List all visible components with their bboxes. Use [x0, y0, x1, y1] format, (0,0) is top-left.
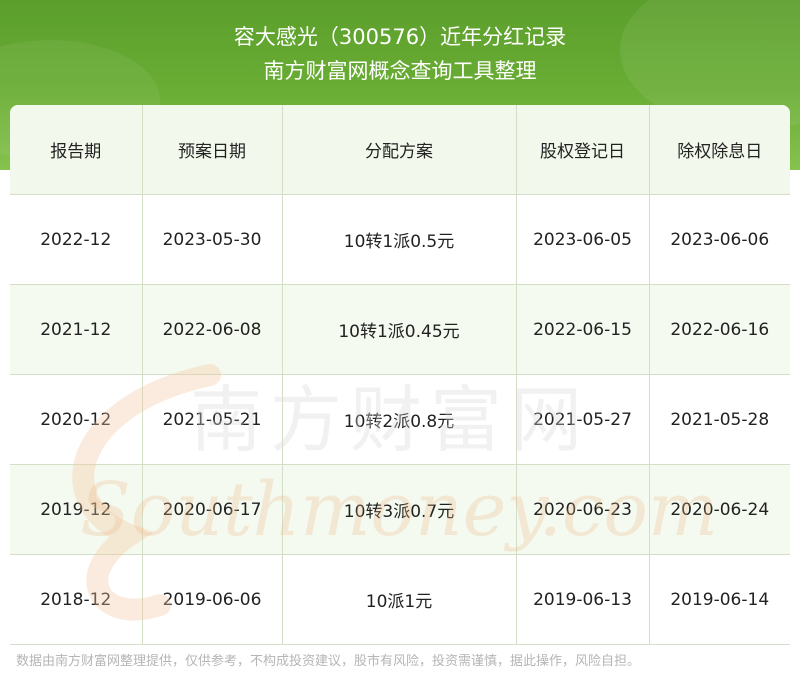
- dividend-table-card: 报告期 预案日期 分配方案 股权登记日 除权除息日 2022-12 2023-0…: [10, 105, 790, 646]
- cell-plan-date: 2020-06-17: [142, 464, 283, 555]
- col-header-plan-date: 预案日期: [142, 105, 283, 195]
- cell-plan-date: 2021-05-21: [142, 374, 283, 465]
- cell-report-period: 2018-12: [10, 554, 143, 645]
- table-row: 2020-12 2021-05-21 10转2派0.8元 2021-05-27 …: [10, 374, 790, 465]
- col-header-record-date: 股权登记日: [516, 105, 650, 195]
- cell-record-date: 2020-06-23: [516, 464, 650, 555]
- table-row: 2021-12 2022-06-08 10转1派0.45元 2022-06-15…: [10, 284, 790, 375]
- cell-record-date: 2021-05-27: [516, 374, 650, 465]
- cell-record-date: 2019-06-13: [516, 554, 650, 645]
- cell-ex-dividend-date: 2020-06-24: [649, 464, 790, 555]
- cell-record-date: 2023-06-05: [516, 194, 650, 285]
- table-row: 2018-12 2019-06-06 10派1元 2019-06-13 2019…: [10, 554, 790, 645]
- cell-distribution-plan: 10转3派0.7元: [282, 464, 517, 555]
- cell-report-period: 2022-12: [10, 194, 143, 285]
- cell-report-period: 2021-12: [10, 284, 143, 375]
- cell-plan-date: 2019-06-06: [142, 554, 283, 645]
- table-row: 2022-12 2023-05-30 10转1派0.5元 2023-06-05 …: [10, 194, 790, 285]
- cell-ex-dividend-date: 2021-05-28: [649, 374, 790, 465]
- cell-report-period: 2020-12: [10, 374, 143, 465]
- cell-plan-date: 2022-06-08: [142, 284, 283, 375]
- cell-distribution-plan: 10转1派0.5元: [282, 194, 517, 285]
- cell-ex-dividend-date: 2022-06-16: [649, 284, 790, 375]
- page-title: 容大感光（300576）近年分红记录: [233, 25, 567, 49]
- cell-distribution-plan: 10转1派0.45元: [282, 284, 517, 375]
- cell-report-period: 2019-12: [10, 464, 143, 555]
- cell-distribution-plan: 10转2派0.8元: [282, 374, 517, 465]
- cell-distribution-plan: 10派1元: [282, 554, 517, 645]
- cell-plan-date: 2023-05-30: [142, 194, 283, 285]
- col-header-ex-dividend-date: 除权除息日: [649, 105, 790, 195]
- page-subtitle: 南方财富网概念查询工具整理: [263, 59, 537, 83]
- col-header-distribution-plan: 分配方案: [282, 105, 517, 195]
- table-row: 2019-12 2020-06-17 10转3派0.7元 2020-06-23 …: [10, 464, 790, 555]
- cell-ex-dividend-date: 2019-06-14: [649, 554, 790, 645]
- cell-record-date: 2022-06-15: [516, 284, 650, 375]
- disclaimer-text: 数据由南方财富网整理提供，仅供参考，不构成投资建议，股市有风险，投资需谨慎，据此…: [16, 654, 641, 669]
- col-header-report-period: 报告期: [10, 105, 143, 195]
- table-header-row: 报告期 预案日期 分配方案 股权登记日 除权除息日: [10, 105, 790, 195]
- cell-ex-dividend-date: 2023-06-06: [649, 194, 790, 285]
- dividend-table: 报告期 预案日期 分配方案 股权登记日 除权除息日 2022-12 2023-0…: [10, 105, 790, 645]
